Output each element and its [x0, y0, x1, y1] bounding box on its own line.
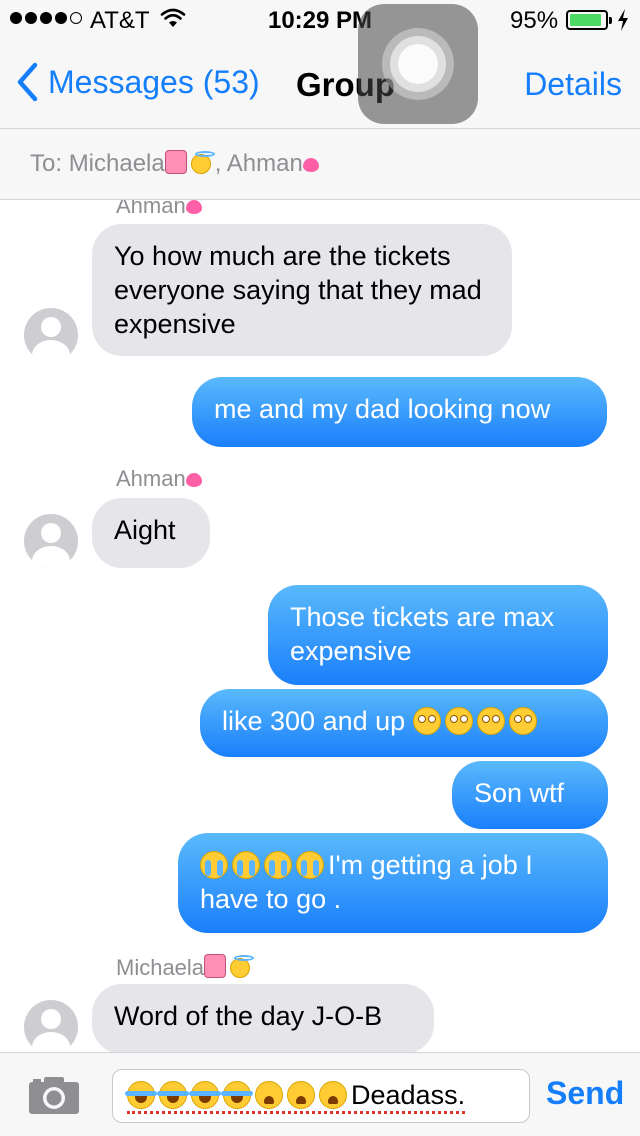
header: AT&T 10:29 PM 95% Messages (53) Group De… — [0, 0, 640, 129]
face-with-rolling-eyes-emoji — [508, 707, 537, 735]
compose-bar: Deadass. Send — [0, 1052, 640, 1136]
recipient-michaela: Michaela — [68, 150, 165, 177]
battery-icon — [566, 10, 612, 30]
camera-icon — [29, 1077, 79, 1114]
loudly-crying-face-emoji — [264, 851, 292, 879]
two-women-holding-hands-emoji — [164, 150, 187, 174]
back-button[interactable]: Messages (53) — [16, 62, 260, 102]
outgoing-message-bubble[interactable]: me and my dad looking now — [192, 377, 607, 447]
avatar[interactable] — [24, 308, 78, 362]
face-with-rolling-eyes-emoji — [476, 707, 505, 735]
message-text: like 300 and up — [222, 706, 406, 736]
face-with-rolling-eyes-emoji — [444, 707, 473, 735]
two-hearts-emoji — [302, 158, 319, 172]
outgoing-message-bubble[interactable]: I'm getting a job I have to go . — [178, 833, 608, 933]
navigation-bar: Messages (53) Group Details — [0, 40, 640, 128]
assistive-touch-button[interactable] — [358, 4, 478, 124]
avatar[interactable] — [24, 1000, 78, 1052]
weary-face-emoji — [255, 1081, 283, 1109]
face-with-tears-of-joy-emoji — [157, 1081, 189, 1109]
details-button[interactable]: Details — [524, 66, 622, 103]
composer-text: Deadass. — [351, 1080, 466, 1110]
face-with-tears-of-joy-emoji — [221, 1081, 253, 1109]
weary-face-emoji — [319, 1081, 347, 1109]
sender-label-michaela: Michaela — [116, 954, 255, 981]
loudly-crying-face-emoji — [200, 851, 228, 879]
recipient-separator: , — [214, 150, 227, 177]
face-with-tears-of-joy-emoji — [189, 1081, 221, 1109]
chevron-left-icon — [17, 62, 38, 102]
outgoing-message-bubble[interactable]: Those tickets are max expensive — [268, 585, 608, 685]
send-button[interactable]: Send — [546, 1075, 624, 1112]
outgoing-message-bubble[interactable]: like 300 and up — [200, 689, 608, 757]
message-input[interactable]: Deadass. — [112, 1069, 530, 1123]
loudly-crying-face-emoji — [296, 851, 324, 879]
outgoing-message-bubble[interactable]: Son wtf — [452, 761, 608, 829]
to-label: To: — [30, 150, 69, 177]
recipients-bar[interactable]: To: Michaela, Ahman — [0, 129, 640, 200]
face-with-tears-of-joy-emoji — [125, 1081, 157, 1109]
messages-screen: AT&T 10:29 PM 95% Messages (53) Group De… — [0, 0, 640, 1136]
incoming-message-bubble[interactable]: Aight — [92, 498, 210, 568]
battery-percent: 95% — [510, 7, 559, 34]
message-text: Son wtf — [474, 778, 565, 808]
message-text: me and my dad looking now — [214, 394, 551, 424]
incoming-message-bubble[interactable]: Word of the day J-O-B — [92, 984, 434, 1052]
message-thread[interactable]: Ahman Yo how much are the tickets everyo… — [0, 200, 640, 1052]
camera-button[interactable] — [28, 1075, 80, 1120]
message-text: Those tickets are max expensive — [290, 602, 555, 666]
sender-label-ahman: Ahman — [116, 466, 202, 492]
recipient-ahman: Ahman — [226, 150, 303, 177]
weary-face-emoji — [287, 1081, 315, 1109]
charging-bolt-icon — [616, 8, 630, 39]
face-with-rolling-eyes-emoji — [412, 707, 441, 735]
incoming-message-bubble[interactable]: Yo how much are the tickets everyone say… — [92, 224, 512, 356]
back-label: Messages (53) — [48, 63, 260, 100]
sender-label-ahman: Ahman — [116, 200, 202, 219]
message-text: Word of the day J-O-B — [114, 1001, 383, 1031]
message-text: Aight — [114, 515, 176, 545]
message-text: Yo how much are the tickets everyone say… — [114, 241, 482, 339]
composer-content: Deadass. — [125, 1080, 466, 1114]
avatar[interactable] — [24, 514, 78, 568]
status-bar: AT&T 10:29 PM 95% — [0, 0, 640, 40]
loudly-crying-face-emoji — [232, 851, 260, 879]
smiling-face-with-halo-emoji — [190, 151, 215, 174]
